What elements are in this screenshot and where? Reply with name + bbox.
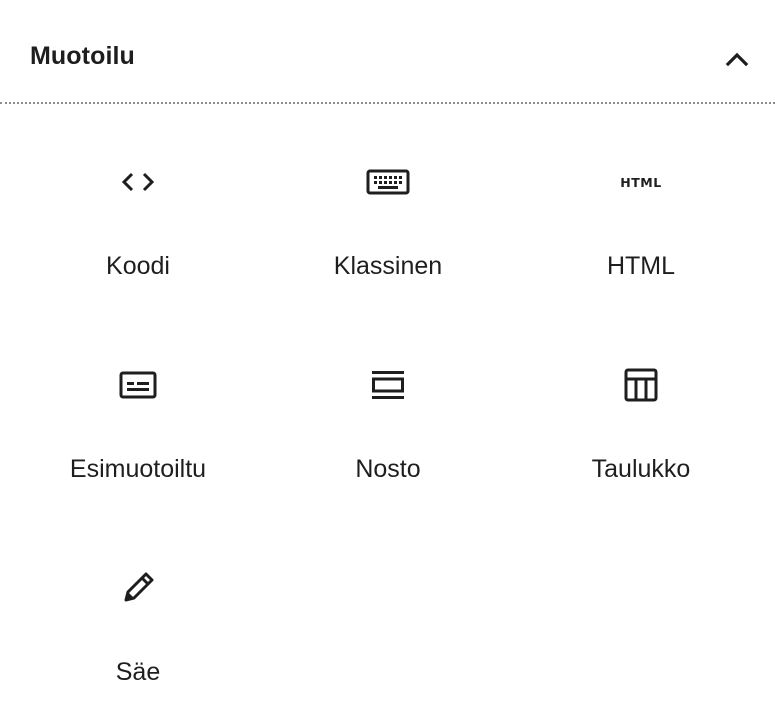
panel-header[interactable]: Muotoilu — [0, 0, 775, 104]
panel-title: Muotoilu — [30, 42, 135, 70]
code-icon-wrap — [9, 158, 267, 206]
block-item-table[interactable]: Taulukko — [512, 307, 770, 507]
pencil-icon-wrap — [9, 564, 267, 612]
code-icon — [121, 172, 155, 192]
block-item-preformatted[interactable]: Esimuotoiltu — [9, 307, 267, 507]
pullquote-icon-wrap — [259, 361, 517, 409]
block-item-verse[interactable]: Säe — [9, 510, 267, 710]
collapse-toggle-button[interactable] — [718, 42, 756, 76]
keyboard-icon-wrap — [259, 158, 517, 206]
block-item-classic[interactable]: Klassinen — [259, 104, 517, 304]
block-label: Säe — [115, 658, 161, 686]
block-label: Esimuotoiltu — [69, 455, 207, 483]
block-item-pullquote[interactable]: Nosto — [259, 307, 517, 507]
table-icon-wrap — [512, 361, 770, 409]
block-item-code[interactable]: Koodi — [9, 104, 267, 304]
block-label: Nosto — [355, 455, 421, 483]
preformatted-icon — [119, 371, 157, 399]
keyboard-icon — [366, 169, 410, 195]
preformatted-icon-wrap — [9, 361, 267, 409]
html-icon: HTML — [620, 174, 662, 190]
block-label: Taulukko — [591, 455, 691, 483]
table-icon — [624, 368, 658, 402]
block-label: Klassinen — [333, 252, 443, 280]
chevron-up-icon — [725, 52, 749, 67]
pullquote-icon — [372, 371, 404, 399]
block-label: Koodi — [106, 252, 170, 280]
pencil-icon — [124, 572, 154, 602]
block-item-html[interactable]: HTML HTML — [512, 104, 770, 304]
html-icon-wrap: HTML — [512, 158, 770, 206]
block-label: HTML — [606, 252, 676, 280]
